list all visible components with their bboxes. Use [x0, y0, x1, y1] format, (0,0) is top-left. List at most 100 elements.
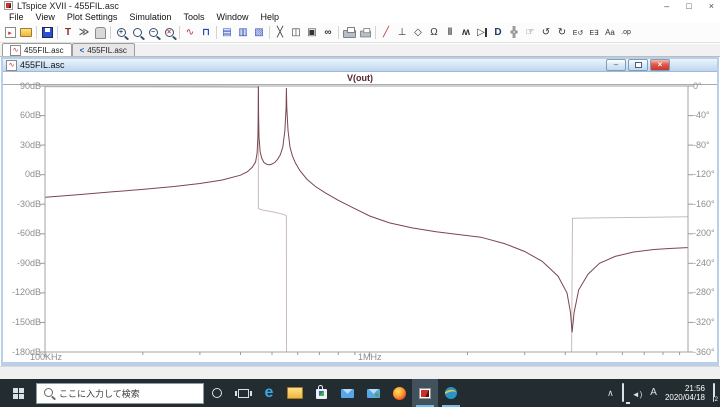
print-preview-icon[interactable] [357, 25, 373, 41]
plot-window-restore-button[interactable] [628, 59, 648, 71]
y-left-tick-label: 30dB [19, 139, 41, 150]
menu-plot-settings[interactable]: Plot Settings [61, 12, 124, 22]
close-button[interactable]: × [709, 1, 714, 11]
firefox-icon[interactable] [386, 379, 412, 407]
zoom-out-icon[interactable]: − [145, 25, 161, 41]
search-input[interactable]: ここに入力して検索 [36, 382, 204, 404]
ime-indicator[interactable]: A [650, 388, 657, 398]
tab-1-455fil.asc[interactable]: <455FIL.asc [71, 43, 135, 56]
y-right-tick-label: -120° [693, 169, 715, 180]
resistor-icon[interactable]: Ω [426, 25, 442, 41]
action-center-icon[interactable]: 2 [713, 383, 719, 404]
x-axis-tick-label: 1MHz [357, 352, 382, 362]
halt-icon[interactable] [92, 25, 108, 41]
tile-vertical-icon[interactable]: ▥ [235, 25, 251, 41]
cut-icon[interactable]: ╳ [272, 25, 288, 41]
title-bar: LTspice XVII - 455FIL.asc [0, 0, 720, 12]
schematic-icon[interactable]: ⊓ [198, 25, 214, 41]
waveform-icon[interactable]: ∿ [182, 25, 198, 41]
waveform-tab-icon: ∿ [6, 59, 17, 71]
capacitor-icon[interactable]: ‖ [442, 25, 458, 41]
run-icon[interactable]: ≫ [76, 25, 92, 41]
clock-date: 2020/04/18 [664, 393, 705, 402]
paste-icon[interactable]: ▣ [304, 25, 320, 41]
plot-window-close-button[interactable]: × [650, 59, 670, 71]
y-right-tick-label: -160° [693, 198, 715, 209]
mail-alt-icon[interactable] [360, 379, 386, 407]
control-panel-icon[interactable]: T [60, 25, 76, 41]
menu-window[interactable]: Window [210, 12, 254, 22]
drag-icon[interactable]: ☞ [522, 25, 538, 41]
plot-window-minimize-button[interactable]: – [606, 59, 626, 71]
search-icon [44, 387, 57, 400]
y-right-tick-label: -40° [693, 110, 710, 121]
diode-icon[interactable]: ▷ [474, 25, 490, 41]
component-icon[interactable]: D [490, 25, 506, 41]
inductor-icon[interactable]: ʍ [458, 25, 474, 41]
explorer-icon[interactable] [282, 379, 308, 407]
clock[interactable]: 21:56 2020/04/18 [665, 384, 705, 402]
y-right-tick-label: 0° [693, 80, 702, 91]
start-button[interactable] [0, 379, 36, 407]
y-left-tick-label: -150dB [11, 316, 41, 327]
menu-simulation[interactable]: Simulation [123, 12, 177, 22]
text-icon[interactable]: Aa [602, 25, 618, 41]
ground-icon[interactable]: ⊥ [394, 25, 410, 41]
cortana-icon[interactable] [204, 379, 230, 407]
y-left-tick-label: -60dB [16, 228, 41, 239]
bode-plot-canvas[interactable] [3, 85, 717, 362]
plot-window: ∿ 455FIL.asc – × V(out) 90dB 60dB 30dB 0dB -3… [1, 57, 719, 366]
mirror-icon[interactable]: E∃ [586, 25, 602, 41]
menu-tools[interactable]: Tools [177, 12, 210, 22]
window-caption-buttons: – □ × [664, 1, 714, 11]
open-icon[interactable] [18, 25, 34, 41]
window-title: LTspice XVII - 455FIL.asc [17, 1, 119, 11]
y-right-tick-label: -240° [693, 257, 715, 268]
y-left-tick-label: -120dB [11, 287, 41, 298]
minimize-button[interactable]: – [664, 1, 669, 11]
trace-label[interactable]: V(out) [347, 73, 373, 83]
store-icon[interactable] [308, 379, 334, 407]
redo-icon[interactable]: ↻ [554, 25, 570, 41]
menu-view[interactable]: View [30, 12, 61, 22]
waveform-tab-icon: ∿ [10, 44, 21, 56]
wire-icon[interactable]: ╱ [378, 25, 394, 41]
volume-icon[interactable]: ◄) [632, 384, 643, 402]
menu-file[interactable]: File [3, 12, 30, 22]
network-icon[interactable] [621, 383, 624, 402]
tile-horizontal-icon[interactable]: ▤ [219, 25, 235, 41]
y-right-tick-label: -80° [693, 139, 710, 150]
find-icon[interactable]: ∞ [320, 25, 336, 41]
edge-icon[interactable]: e [256, 379, 282, 407]
label-icon[interactable]: ◇ [410, 25, 426, 41]
rotate-icon[interactable]: E↺ [570, 25, 586, 41]
tab-label: 455FIL.asc [24, 45, 64, 55]
document-tabs: ∿ 455FIL.asc <455FIL.asc [0, 43, 720, 57]
plot-window-title-bar[interactable]: ∿ 455FIL.asc – × [3, 59, 717, 72]
zoom-area-icon[interactable] [129, 25, 145, 41]
cascade-icon[interactable]: ▧ [251, 25, 267, 41]
spice-directive-icon[interactable]: .op [618, 25, 634, 41]
print-icon[interactable] [341, 25, 357, 41]
plot-pane: V(out) 90dB 60dB 30dB 0dB -30dB -60dB -90dB -12… [3, 72, 717, 362]
maximize-button[interactable]: □ [686, 1, 691, 11]
toolbar-separator [110, 26, 111, 39]
move-icon[interactable]: ╬ [506, 25, 522, 41]
y-left-tick-label: 0dB [24, 169, 41, 180]
task-view-icon[interactable] [230, 379, 256, 407]
tab-0-455fil.asc[interactable]: ∿ 455FIL.asc [2, 43, 72, 56]
zoom-in-icon[interactable]: + [113, 25, 129, 41]
copy-icon[interactable]: ◫ [288, 25, 304, 41]
new-schematic-icon[interactable]: ▸ [2, 25, 18, 41]
mail-icon[interactable] [334, 379, 360, 407]
undo-icon[interactable]: ↺ [538, 25, 554, 41]
plot-window-title: 455FIL.asc [20, 60, 65, 70]
tray-chevron-icon[interactable]: ∧ [607, 388, 614, 398]
save-icon[interactable] [39, 25, 55, 41]
globe-app-icon[interactable] [438, 379, 464, 407]
toolbar: ▸ T ≫ + − × ∿ ⊓ ▤ ▥ ▧ ╳ ◫ ▣ ∞ ╱ ⊥ ◇ Ω ‖ ʍ ▷ D ╬ ☞ ↺ ↻ E↺ E∃ Aa .op [0, 23, 720, 43]
y-left-tick-label: 60dB [19, 110, 41, 121]
zoom-extents-icon[interactable]: × [161, 25, 177, 41]
ltspice-taskbar-icon[interactable] [412, 379, 438, 407]
menu-help[interactable]: Help [254, 12, 285, 22]
